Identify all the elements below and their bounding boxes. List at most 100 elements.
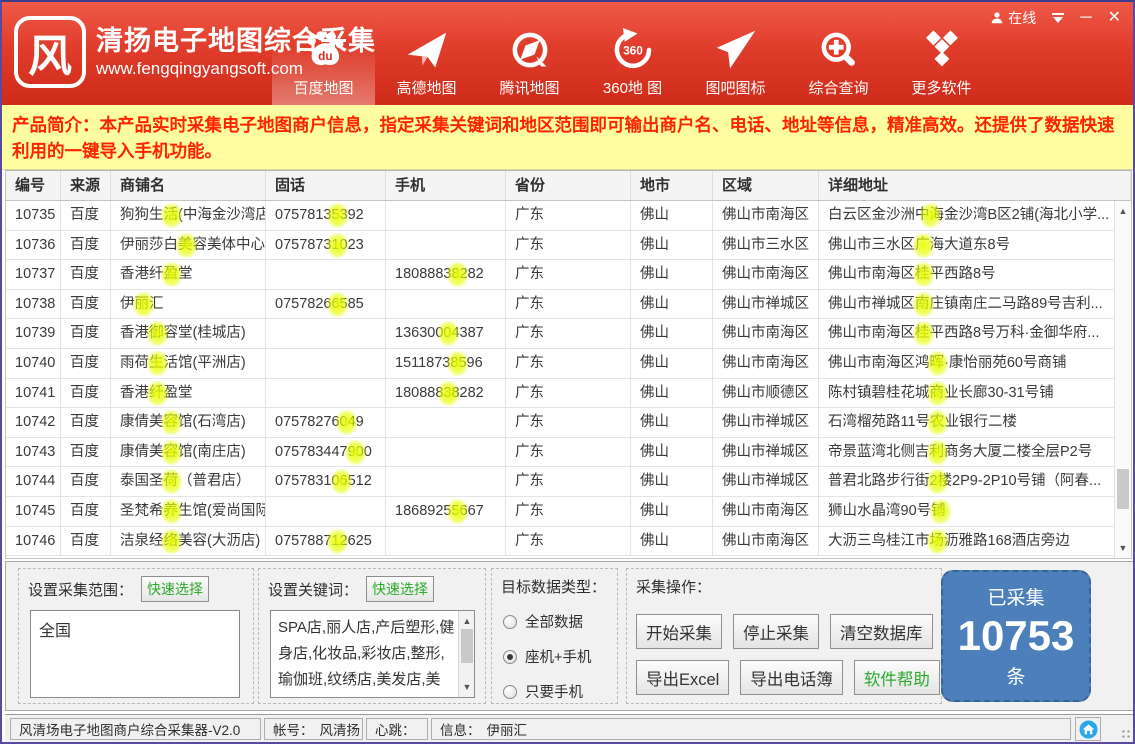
column-header-address[interactable]: 详细地址 xyxy=(819,171,1131,200)
radio-icon[interactable] xyxy=(503,615,517,629)
target-type-label: 目标数据类型： xyxy=(501,576,606,597)
table-row[interactable]: 10738百度伊丽汇07578266585广东佛山佛山市禅城区佛山市禅城区南庄镇… xyxy=(6,290,1131,320)
online-status[interactable]: 在线 xyxy=(990,8,1036,28)
censor-highlight xyxy=(927,440,948,465)
cell-mobile: 18088838282 xyxy=(386,379,506,409)
action-button-清空数据库[interactable]: 清空数据库 xyxy=(830,614,933,649)
cell-shop: 香港纤盈堂 xyxy=(111,379,266,409)
minimize-button[interactable]: ─ xyxy=(1080,11,1091,25)
baidu-paw-icon: du xyxy=(302,26,346,72)
cell-id: 10740 xyxy=(6,349,61,379)
table-row[interactable]: 10744百度泰国圣荷（普君店）075783106512广东佛山佛山市禅城区普君… xyxy=(6,467,1131,497)
cell-address: 帝景蓝湾北侧吉利商务大厦二楼全层P2号 xyxy=(819,438,1131,468)
nav-item-circle-360[interactable]: 360360地 图 xyxy=(581,2,684,105)
scroll-down-icon[interactable]: ▼ xyxy=(1115,540,1131,556)
column-header-district[interactable]: 区域 xyxy=(713,171,819,200)
cell-tel: 075783447900 xyxy=(266,438,386,468)
radio-option-座机+手机[interactable]: 座机+手机 xyxy=(503,646,617,667)
home-button[interactable] xyxy=(1075,717,1101,741)
action-button-开始采集[interactable]: 开始采集 xyxy=(636,614,722,649)
nav-item-diamond-box[interactable]: 更多软件 xyxy=(890,2,993,105)
dropdown-arrow-icon[interactable] xyxy=(1052,13,1064,23)
table-row[interactable]: 10746百度洁泉经络美容(大沥店)075788712625广东佛山佛山市南海区… xyxy=(6,527,1131,557)
action-button-导出电话簿[interactable]: 导出电话簿 xyxy=(740,660,843,695)
nav-item-paper-plane[interactable]: 高德地图 xyxy=(375,2,478,105)
range-quick-select-button[interactable]: 快速选择 xyxy=(141,576,209,602)
cell-address: 陈村镇碧桂花城商业长廊30-31号铺 xyxy=(819,379,1131,409)
scroll-up-icon[interactable]: ▲ xyxy=(1115,203,1131,219)
cell-province: 广东 xyxy=(506,438,631,468)
cell-city: 佛山 xyxy=(631,201,713,231)
censor-highlight xyxy=(345,440,366,465)
censor-highlight xyxy=(327,292,348,317)
scrollbar-thumb[interactable] xyxy=(461,629,473,663)
counter-unit: 条 xyxy=(1006,662,1025,689)
radio-icon[interactable] xyxy=(503,650,517,664)
action-button-停止采集[interactable]: 停止采集 xyxy=(733,614,819,649)
column-header-province[interactable]: 省份 xyxy=(506,171,631,200)
table-row[interactable]: 10735百度狗狗生活(中海金沙湾店)07578135392广东佛山佛山市南海区… xyxy=(6,201,1131,231)
cell-district: 佛山市三水区 xyxy=(713,231,819,261)
table-row[interactable]: 10742百度康倩美容馆(石湾店)07578276049广东佛山佛山市禅城区石湾… xyxy=(6,408,1131,438)
close-button[interactable]: ✕ xyxy=(1108,11,1121,25)
column-header-tel[interactable]: 固话 xyxy=(266,171,386,200)
cell-city: 佛山 xyxy=(631,260,713,290)
table-header-row: 编号来源商铺名固话手机省份地市区域详细地址 xyxy=(6,171,1131,201)
radio-option-只要手机[interactable]: 只要手机 xyxy=(503,681,617,702)
column-header-shop[interactable]: 商铺名 xyxy=(111,171,266,200)
scroll-up-icon[interactable]: ▲ xyxy=(459,613,475,629)
range-input[interactable]: 全国 xyxy=(30,610,240,698)
censor-highlight xyxy=(327,203,348,228)
title-bar: 风 清扬电子地图综合采集 www.fengqingyangsoft.com du… xyxy=(2,2,1133,105)
table-scrollbar[interactable]: ▲ ▼ xyxy=(1114,201,1131,558)
column-header-city[interactable]: 地市 xyxy=(631,171,713,200)
actions-group: 采集操作： 开始采集停止采集清空数据库导出Excel导出电话簿软件帮助 xyxy=(626,568,942,704)
cell-source: 百度 xyxy=(61,349,111,379)
cell-address: 石湾榴苑路11号农业银行二楼 xyxy=(819,408,1131,438)
column-header-mobile[interactable]: 手机 xyxy=(386,171,506,200)
table-row[interactable]: 10739百度香港御容堂(桂城店)13630004387广东佛山佛山市南海区佛山… xyxy=(6,319,1131,349)
cell-source: 百度 xyxy=(61,438,111,468)
cell-shop: 伊丽莎白美容美体中心 xyxy=(111,231,266,261)
cell-shop: 香港纤盈堂 xyxy=(111,260,266,290)
censor-highlight xyxy=(927,469,948,494)
table-row[interactable]: 10745百度圣梵希养生馆(爱尚国际...18689255667广东佛山佛山市南… xyxy=(6,497,1131,527)
table-row[interactable]: 10741百度香港纤盈堂18088838282广东佛山佛山市顺德区陈村镇碧桂花城… xyxy=(6,379,1131,409)
radio-option-全部数据[interactable]: 全部数据 xyxy=(503,611,617,632)
keywords-quick-select-button[interactable]: 快速选择 xyxy=(366,576,434,602)
table-row[interactable]: 10737百度香港纤盈堂18088838282广东佛山佛山市南海区佛山市南海区桂… xyxy=(6,260,1131,290)
resize-grip[interactable] xyxy=(1121,729,1131,739)
nav-item-baidu-paw[interactable]: du百度地图 xyxy=(272,2,375,105)
scrollbar-thumb[interactable] xyxy=(1117,469,1129,509)
censor-highlight xyxy=(331,469,352,494)
keywords-input[interactable]: SPA店,丽人店,产后塑形,健身店,化妆品,彩妆店,整形,瑜伽班,纹绣店,美发店… xyxy=(270,610,475,698)
scroll-down-icon[interactable]: ▼ xyxy=(459,679,475,695)
column-header-id[interactable]: 编号 xyxy=(6,171,61,200)
column-header-source[interactable]: 来源 xyxy=(61,171,111,200)
table-row[interactable]: 10740百度雨荷生活馆(平洲店)15118738596广东佛山佛山市南海区佛山… xyxy=(6,349,1131,379)
nav-item-nav-arrow[interactable]: 图吧图标 xyxy=(684,2,787,105)
cell-source: 百度 xyxy=(61,527,111,557)
compass-nib-icon xyxy=(508,26,552,72)
cell-address: 白云区金沙洲中海金沙湾B区2铺(海北小学... xyxy=(819,201,1131,231)
nav-item-compass-nib[interactable]: 腾讯地图 xyxy=(478,2,581,105)
cell-tel: 07578276049 xyxy=(266,408,386,438)
cell-id: 10739 xyxy=(6,319,61,349)
keywords-scrollbar[interactable]: ▲ ▼ xyxy=(458,611,474,697)
nav-item-magnifier-plus[interactable]: 综合查询 xyxy=(787,2,890,105)
radio-icon[interactable] xyxy=(503,685,517,699)
censor-highlight xyxy=(913,262,934,287)
cell-tel: 075788712625 xyxy=(266,527,386,557)
cell-id: 10742 xyxy=(6,408,61,438)
censor-highlight xyxy=(147,381,168,406)
action-button-导出Excel[interactable]: 导出Excel xyxy=(636,660,729,695)
table-row[interactable]: 10736百度伊丽莎白美容美体中心07578731023广东佛山佛山市三水区佛山… xyxy=(6,231,1131,261)
table-row[interactable]: 10743百度康倩美容馆(南庄店)075783447900广东佛山佛山市禅城区帝… xyxy=(6,438,1131,468)
censor-highlight xyxy=(913,233,934,258)
cell-mobile xyxy=(386,231,506,261)
action-button-软件帮助[interactable]: 软件帮助 xyxy=(854,660,940,695)
table-body: 10735百度狗狗生活(中海金沙湾店)07578135392广东佛山佛山市南海区… xyxy=(6,201,1131,556)
target-type-group: 目标数据类型： 全部数据座机+手机只要手机 xyxy=(491,568,618,704)
cell-mobile: 18689255667 xyxy=(386,497,506,527)
cell-tel: 075783106512 xyxy=(266,467,386,497)
